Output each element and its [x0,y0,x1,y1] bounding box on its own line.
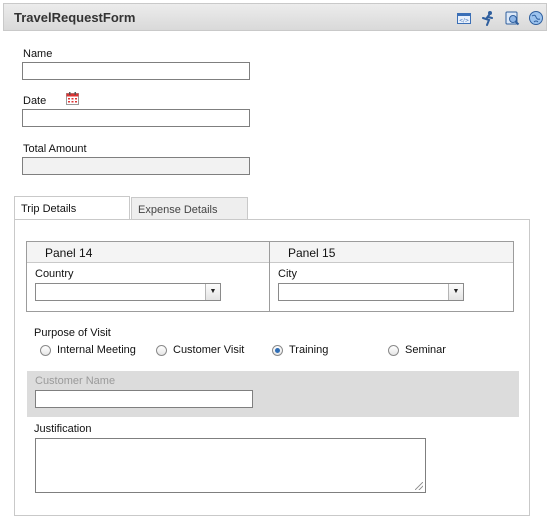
form-view-icon[interactable]: </> [456,10,472,26]
customer-name-section: Customer Name [27,371,519,417]
form-title-bar: TravelRequestForm </> [3,3,547,31]
customer-name-label: Customer Name [35,375,116,387]
panel-14: Panel 14 Country ▼ [26,241,270,312]
country-label: Country [35,268,74,280]
panel-15-header: Panel 15 [270,242,513,263]
purpose-label: Purpose of Visit [34,327,111,339]
radio-customer-visit[interactable]: Customer Visit [156,344,244,356]
total-amount-label: Total Amount [23,143,87,155]
radio-dot[interactable] [156,344,167,356]
tab-trip-details[interactable]: Trip Details [14,196,130,220]
svg-text:</>: </> [459,18,469,24]
justification-label: Justification [34,423,92,435]
chevron-down-icon[interactable]: ▼ [205,284,220,300]
radio-label: Seminar [405,344,446,356]
tab-expense-details[interactable]: Expense Details [131,197,248,220]
panel-14-header: Panel 14 [27,242,269,263]
total-amount-input [22,157,250,175]
form-title: TravelRequestForm [14,10,136,25]
run-icon[interactable] [480,10,496,26]
resize-grip-icon[interactable] [415,482,423,490]
date-label: Date [23,95,47,107]
radio-label: Customer Visit [173,344,245,356]
name-input[interactable] [22,62,250,80]
name-label: Name [23,48,53,60]
tab-expense-details-label: Expense Details [138,204,218,216]
panel-15: Panel 15 City ▼ [269,241,514,312]
country-select[interactable]: ▼ [35,283,221,301]
preview-icon[interactable] [504,10,520,26]
radio-seminar[interactable]: Seminar [388,344,446,356]
radio-internal-meeting[interactable]: Internal Meeting [40,344,136,356]
radio-dot[interactable] [388,344,399,356]
trip-details-panel: Panel 14 Country ▼ Panel 15 City ▼ Purpo… [14,219,530,516]
justification-textarea[interactable] [35,438,426,493]
radio-label: Internal Meeting [57,344,136,356]
radio-dot[interactable] [40,344,51,356]
radio-dot-selected[interactable] [272,344,283,356]
customer-name-input [35,390,253,408]
chevron-down-icon[interactable]: ▼ [448,284,463,300]
panel-14-title: Panel 14 [45,246,93,260]
city-label: City [278,268,297,280]
date-input[interactable] [22,109,250,127]
radio-training[interactable]: Training [272,344,328,356]
globe-icon[interactable] [528,10,544,26]
city-select[interactable]: ▼ [278,283,464,301]
radio-label: Training [289,344,329,356]
calendar-icon[interactable] [66,92,79,105]
tab-trip-details-label: Trip Details [21,203,77,215]
panel-15-title: Panel 15 [288,246,336,260]
